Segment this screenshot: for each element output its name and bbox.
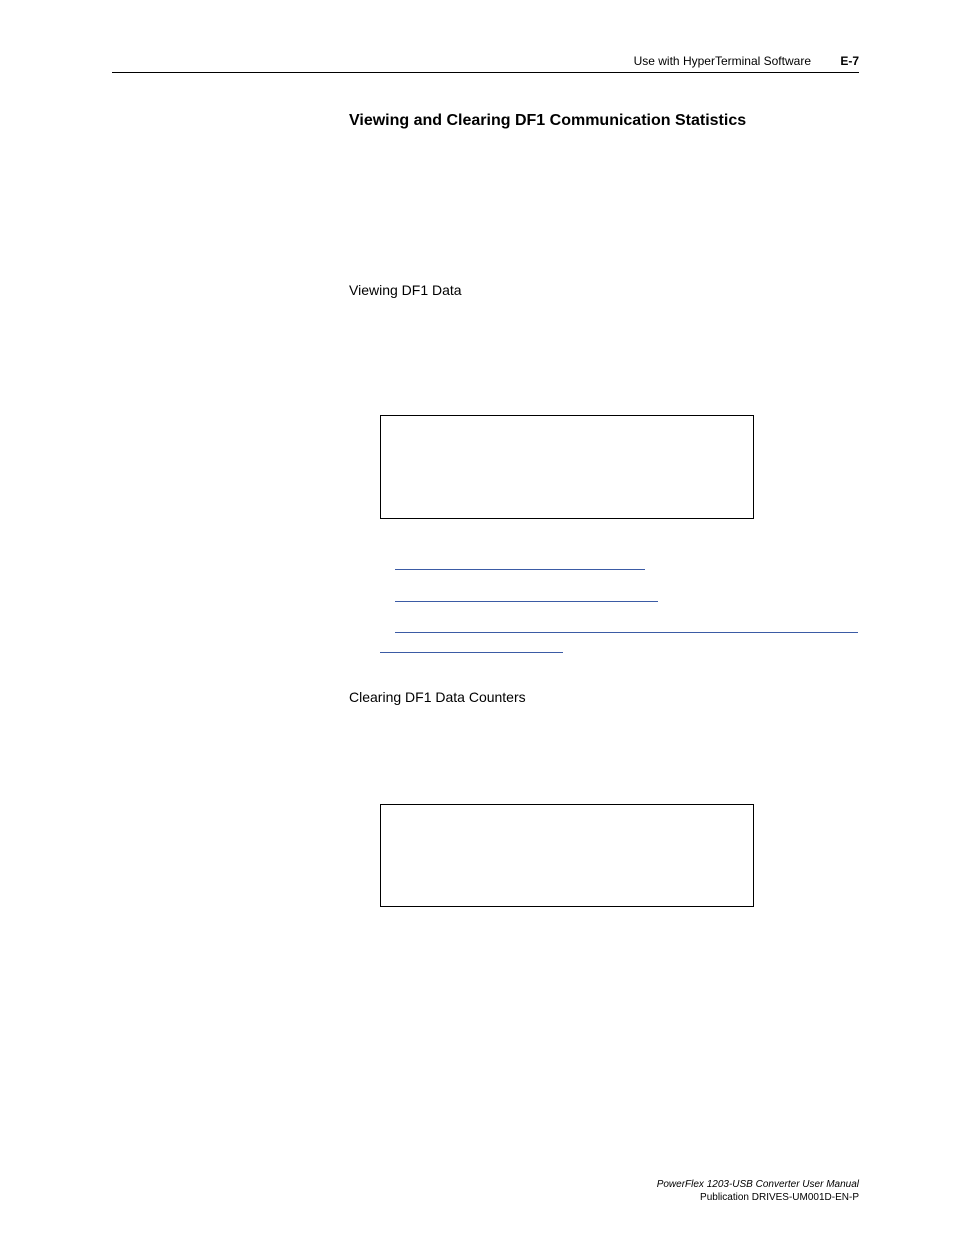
terminal-box-clear	[380, 804, 754, 907]
footer-manual-title: PowerFlex 1203-USB Converter User Manual	[657, 1179, 859, 1190]
terminal-box-view	[380, 415, 754, 519]
hyperlink-line-2[interactable]	[395, 601, 658, 602]
hyperlink-line-3[interactable]	[395, 632, 858, 633]
heading-clear-df1: Clearing DF1 Data Counters	[349, 689, 526, 705]
page-number: E-7	[840, 54, 859, 68]
heading-main: Viewing and Clearing DF1 Communication S…	[349, 112, 746, 130]
header-rule	[112, 72, 859, 73]
header-section: Use with HyperTerminal Software	[634, 54, 811, 68]
heading-view-df1: Viewing DF1 Data	[349, 282, 462, 298]
footer-publication: Publication DRIVES-UM001D-EN-P	[700, 1192, 859, 1203]
hyperlink-line-4[interactable]	[380, 652, 563, 653]
hyperlink-line-1[interactable]	[395, 569, 645, 570]
